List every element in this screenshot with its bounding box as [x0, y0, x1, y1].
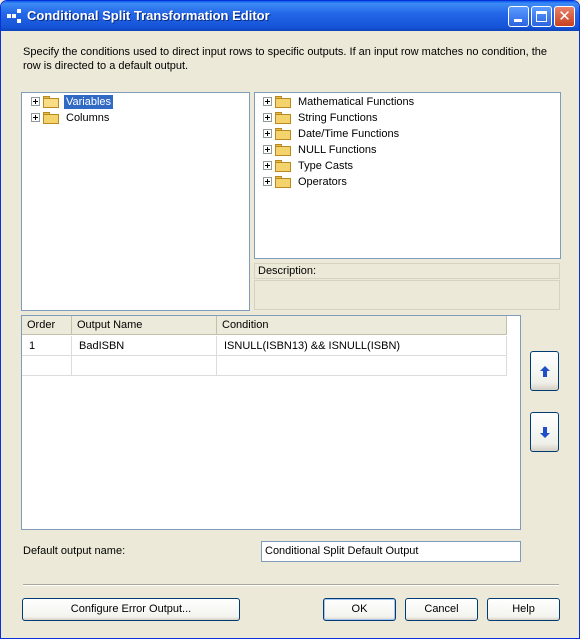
default-output-name-input[interactable]: Conditional Split Default Output — [261, 541, 521, 562]
column-header-output-name[interactable]: Output Name — [72, 316, 217, 334]
condition-cell[interactable]: ISNULL(ISBN13) && ISNULL(ISBN) — [217, 336, 507, 356]
conditional-split-icon — [7, 9, 21, 23]
expand-icon[interactable] — [31, 97, 40, 106]
title-bar[interactable]: Conditional Split Transformation Editor … — [1, 1, 579, 31]
folder-icon — [275, 96, 291, 108]
column-header-condition[interactable]: Condition — [217, 316, 507, 334]
description-box — [254, 280, 560, 310]
folder-open-icon — [43, 96, 59, 108]
close-button[interactable]: ✕ — [554, 6, 575, 27]
tree-item-label: Date/Time Functions — [298, 128, 400, 140]
folder-icon — [275, 112, 291, 124]
window-title: Conditional Split Transformation Editor — [27, 8, 270, 23]
tree-item-label: Operators — [298, 176, 347, 188]
tree-item-label: Mathematical Functions — [298, 96, 415, 108]
expand-icon[interactable] — [263, 161, 272, 170]
expand-icon[interactable] — [263, 129, 272, 138]
folder-icon — [275, 128, 291, 140]
separator — [23, 584, 559, 586]
minimize-icon — [514, 19, 522, 22]
tree-item-label: NULL Functions — [298, 144, 377, 156]
instructions-text: Specify the conditions used to direct in… — [23, 46, 548, 72]
expand-icon[interactable] — [263, 97, 272, 106]
functions-tree[interactable]: Mathematical Functions String Functions … — [254, 92, 561, 259]
output-name-cell[interactable]: BadISBN — [72, 336, 217, 356]
move-up-button[interactable] — [530, 351, 559, 391]
close-icon: ✕ — [558, 7, 571, 25]
condition-cell[interactable] — [217, 356, 507, 376]
order-cell[interactable] — [22, 356, 72, 376]
move-down-button[interactable] — [530, 412, 559, 452]
configure-error-output-button[interactable]: Configure Error Output... — [22, 598, 240, 621]
output-name-cell[interactable] — [72, 356, 217, 376]
help-button[interactable]: Help — [487, 598, 560, 621]
default-output-label: Default output name: — [23, 545, 126, 557]
expand-icon[interactable] — [31, 113, 40, 122]
expand-icon[interactable] — [263, 113, 272, 122]
folder-icon — [275, 176, 291, 188]
ok-button[interactable]: OK — [323, 598, 396, 621]
maximize-button[interactable] — [531, 6, 552, 27]
tree-item-label: String Functions — [298, 112, 378, 124]
tree-item-label: Columns — [66, 112, 110, 124]
folder-icon — [275, 160, 291, 172]
column-header-order[interactable]: Order — [22, 316, 72, 334]
order-cell[interactable]: 1 — [22, 336, 72, 356]
dialog-window: Conditional Split Transformation Editor … — [0, 0, 580, 639]
description-label: Description: — [254, 263, 560, 279]
maximize-icon — [536, 11, 547, 22]
minimize-button[interactable] — [508, 6, 529, 27]
grid-header: Order Output Name Condition — [22, 316, 507, 335]
folder-icon — [43, 112, 59, 124]
arrow-down-icon — [540, 427, 550, 438]
arrow-up-icon — [540, 366, 550, 377]
variables-columns-tree[interactable]: Variables Columns — [21, 92, 250, 311]
conditions-grid[interactable]: Order Output Name Condition 1 BadISBN IS… — [21, 315, 521, 530]
expand-icon[interactable] — [263, 145, 272, 154]
folder-icon — [275, 144, 291, 156]
tree-item-label: Variables — [64, 95, 114, 109]
cancel-button[interactable]: Cancel — [405, 598, 478, 621]
tree-item-label: Type Casts — [298, 160, 354, 172]
expand-icon[interactable] — [263, 177, 272, 186]
